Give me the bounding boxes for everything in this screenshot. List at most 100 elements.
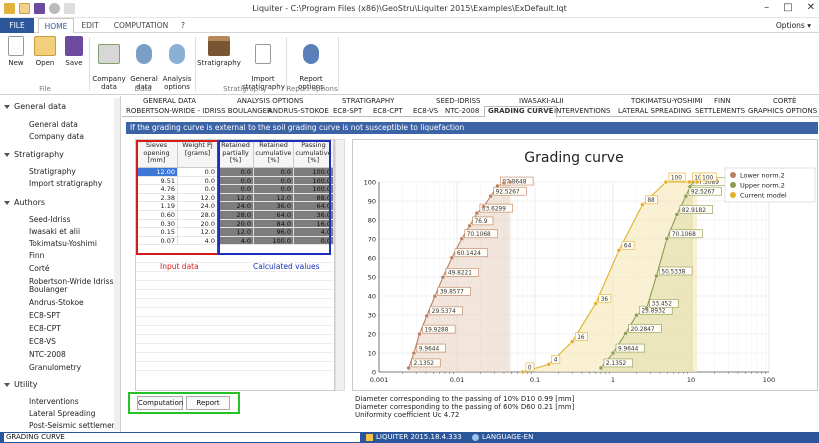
data-label: 0: [525, 362, 535, 372]
table-row-empty[interactable]: [136, 308, 334, 318]
x-tick-label: 0.001: [370, 376, 389, 384]
tab-robertson-wride[interactable]: ROBERTSON-WRIDE - IDRISS BOULANGER: [126, 107, 272, 115]
save-button[interactable]: Save: [62, 36, 86, 67]
table-row-empty[interactable]: [136, 326, 334, 336]
tab-analysis-options[interactable]: ANALYSIS OPTIONS: [237, 97, 304, 105]
stratigraphy-button[interactable]: Stratigraphy: [197, 36, 241, 67]
tab-corte[interactable]: CORTÈ: [773, 97, 796, 105]
sidebar-item-interventions[interactable]: Interventions: [29, 398, 120, 406]
maximize-button[interactable]: □: [783, 2, 792, 13]
analysis-options-button[interactable]: Analysis options: [161, 36, 193, 99]
tab-home[interactable]: HOME: [38, 18, 74, 34]
data-label: 82.9182: [679, 205, 713, 214]
data-label-text: 20.2847: [631, 327, 655, 333]
sidebar-item-iwasaki[interactable]: Iwasaki et alii: [29, 228, 120, 236]
data-label-text: 4: [554, 358, 558, 364]
sidebar-item-import-stratigraphy[interactable]: Import stratigraphy: [29, 180, 120, 188]
sidebar-item-robertson[interactable]: Robertson-Wride Idriss Boulanger: [29, 278, 120, 294]
sidebar-section-utility[interactable]: Utility: [4, 380, 38, 389]
table-row-empty[interactable]: [136, 344, 334, 354]
tab-ec8-cpt[interactable]: EC8-CPT: [373, 107, 403, 115]
tab-grading-curve[interactable]: GRADING CURVE: [484, 106, 558, 117]
sidebar-item-seed-idriss[interactable]: Seed-Idriss: [29, 216, 120, 224]
sidebar-item-stratigraphy[interactable]: Stratigraphy: [29, 168, 120, 176]
table-row-empty[interactable]: [136, 353, 334, 363]
sidebar-item-finn[interactable]: Finn: [29, 252, 120, 260]
sidebar-section-stratigraphy[interactable]: Stratigraphy: [4, 150, 64, 159]
group-separator: [89, 37, 90, 91]
table-row-empty[interactable]: [136, 299, 334, 309]
tab-help[interactable]: ?: [176, 18, 190, 33]
options-menu[interactable]: Options ▾: [776, 18, 811, 33]
tab-file[interactable]: FILE: [0, 18, 34, 33]
data-label: 50.5338: [659, 266, 693, 276]
info-d10: Diameter corresponding to the passing of…: [355, 395, 575, 403]
table-row-empty[interactable]: [136, 281, 334, 291]
group-label-file: File: [39, 85, 51, 93]
sidebar-section-general-data[interactable]: General data: [4, 102, 66, 111]
data-label-text: 88: [647, 198, 655, 204]
tab-tokimatsu-yoshimi[interactable]: TOKIMATSU-YOSHIMI: [631, 97, 703, 105]
table-row-empty[interactable]: [136, 272, 334, 282]
sidebar-item-ntc-2008[interactable]: NTC-2008: [29, 351, 120, 359]
tab-interventions[interactable]: INTERVENTIONS: [554, 107, 610, 115]
data-label-text: 70.1068: [467, 232, 491, 238]
chart-title: Grading curve: [524, 150, 623, 166]
open-button[interactable]: Open: [32, 36, 58, 67]
sidebar-scrollbar[interactable]: [114, 98, 120, 430]
sidebar-item-lateral-spreading[interactable]: Lateral Spreading: [29, 410, 120, 418]
table-row-empty[interactable]: [136, 362, 334, 372]
sidebar-section-authors[interactable]: Authors: [4, 198, 45, 207]
sidebar-item-andrus-stokoe[interactable]: Andrus-Stokoe: [29, 299, 120, 307]
tab-computation[interactable]: COMPUTATION: [110, 18, 172, 33]
tab-lateral-spreading[interactable]: LATERAL SPREADING: [618, 107, 691, 115]
data-label: 9.9644: [416, 343, 446, 352]
data-point: [654, 273, 659, 279]
x-tick-label: 10: [687, 376, 695, 384]
report-button[interactable]: Report: [186, 396, 230, 410]
close-button[interactable]: ✕: [807, 2, 815, 13]
sidebar-item-ec8-cpt[interactable]: EC8-CPT: [29, 325, 120, 333]
minimize-button[interactable]: –: [764, 2, 769, 13]
sidebar-item-ec8-spt[interactable]: EC8-SPT: [29, 312, 120, 320]
calculated-values-label: Calculated values: [253, 262, 320, 271]
data-point: [459, 236, 464, 241]
table-row-empty[interactable]: [136, 335, 334, 345]
calculated-values-frame: [218, 140, 331, 255]
sidebar-item-tokimatsu[interactable]: Tokimatsu-Yoshimi: [29, 240, 120, 248]
sidebar-item-corte[interactable]: Corté: [29, 265, 120, 273]
y-tick-label: 50: [368, 274, 376, 282]
data-label: 9.9644: [615, 343, 645, 352]
tab-settlements[interactable]: SETTLEMENTS: [695, 107, 745, 115]
grid-scrollbar[interactable]: [335, 139, 345, 391]
sidebar-item-post-seismic-settlement[interactable]: Post-Seismic settlement: [29, 422, 120, 430]
tab-ec8-spt[interactable]: EC8-SPT: [333, 107, 362, 115]
tab-ec8-vs[interactable]: EC8-VS: [413, 107, 438, 115]
tab-andrus-stokoe[interactable]: ANDRUS-STOKOE: [268, 107, 329, 115]
tab-edit[interactable]: EDIT: [78, 18, 102, 33]
data-label-text: 36: [601, 297, 609, 303]
tab-iwasaki-alii[interactable]: IWASAKI-ALII: [519, 97, 564, 105]
stratigraphy-icon: [208, 36, 230, 56]
tab-finn[interactable]: FINN: [714, 97, 731, 105]
tab-stratigraphy[interactable]: STRATIGRAPHY: [342, 97, 394, 105]
table-row-empty[interactable]: [136, 317, 334, 327]
data-point: [424, 313, 429, 319]
sidebar-item-ec8-vs[interactable]: EC8-VS: [29, 338, 120, 346]
sidebar-item-granulometry[interactable]: Granulometry: [29, 364, 120, 372]
tab-general-data[interactable]: GENERAL DATA: [143, 97, 196, 105]
data-label-text: 49.8221: [448, 271, 472, 277]
tab-seed-idriss[interactable]: SEED-IDRISS: [436, 97, 480, 105]
save-button-label: Save: [65, 59, 83, 67]
sidebar-item-company-data[interactable]: Company data: [29, 133, 120, 141]
legend-label: Current model: [740, 192, 787, 200]
tab-ntc-2008[interactable]: NTC-2008: [445, 107, 479, 115]
computation-button[interactable]: Computation: [137, 396, 183, 410]
data-label-text: 2.1352: [414, 361, 435, 367]
tab-graphics-options[interactable]: GRAPHICS OPTIONS: [748, 107, 817, 115]
table-row-empty[interactable]: [136, 290, 334, 300]
new-button[interactable]: New: [4, 36, 28, 67]
sidebar-item-general-data[interactable]: General data: [29, 121, 120, 129]
company-data-button[interactable]: Company data: [92, 36, 126, 99]
data-point: [663, 179, 669, 185]
